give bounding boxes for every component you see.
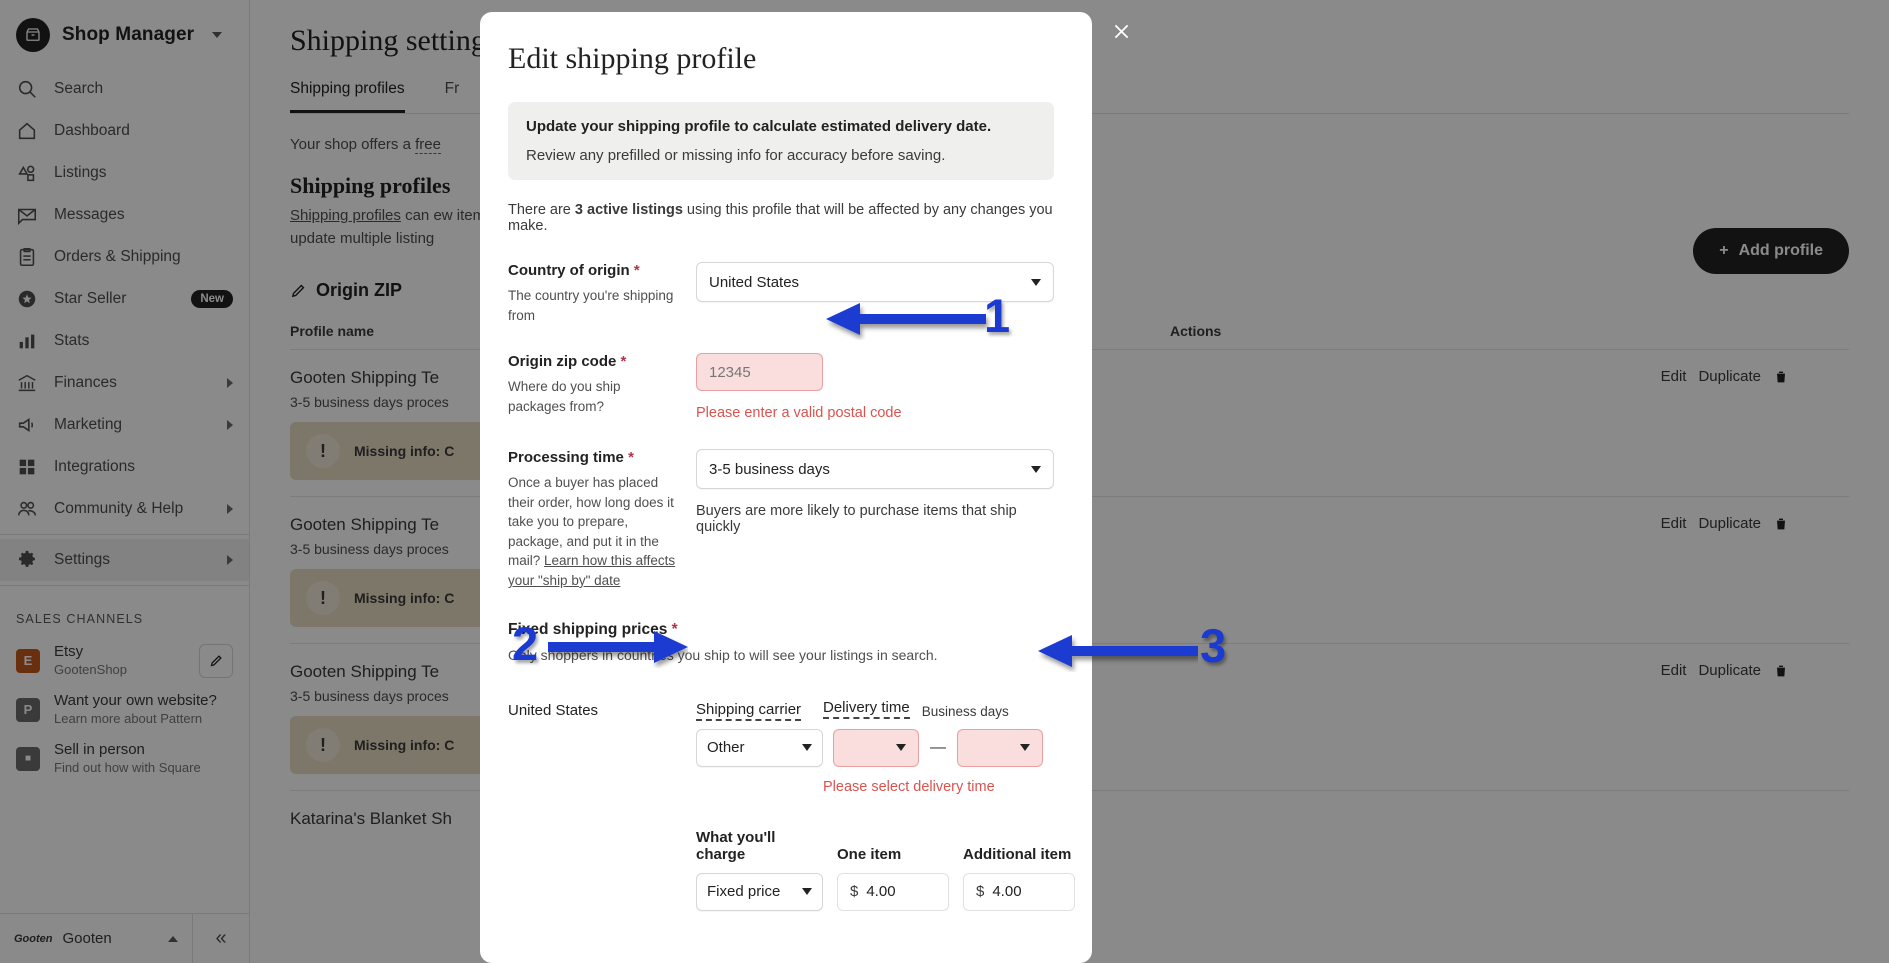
additional-item-price-input[interactable]: $ 4.00	[963, 873, 1075, 911]
error-spacer	[508, 767, 823, 795]
additional-item-col: Additional item $ 4.00	[963, 846, 1075, 911]
annotation-number-2: 2	[512, 616, 538, 671]
carrier-control-col: Other	[696, 729, 823, 767]
chevron-down-icon	[802, 744, 812, 751]
required-asterisk: *	[621, 353, 627, 370]
annotation-arrow-1	[826, 300, 1006, 340]
notice-heading: Update your shipping profile to calculat…	[526, 118, 1036, 135]
screen-root: Shop Manager Search Dashboard	[0, 0, 1889, 963]
note-count: 3 active listings	[575, 202, 683, 218]
chevron-down-icon	[1031, 279, 1041, 286]
zip-label-block: Origin zip code * Where do you ship pack…	[508, 353, 696, 421]
processing-time-field: Processing time * Once a buyer has place…	[508, 449, 1054, 590]
currency-symbol: $	[850, 883, 858, 900]
what-youll-charge-header: What you'll charge	[696, 829, 823, 863]
edit-shipping-profile-dialog: Edit shipping profile Update your shippi…	[480, 12, 1092, 963]
country-value: United States	[709, 274, 1031, 291]
zip-label-text: Origin zip code	[508, 353, 616, 370]
one-item-col: One item $ 4.00	[837, 846, 949, 911]
delivery-header-col: Delivery time Business days	[823, 699, 1054, 719]
zip-description: Where do you ship packages from?	[508, 377, 682, 416]
processing-control: 3-5 business days Buyers are more likely…	[696, 449, 1054, 590]
processing-label-text: Processing time	[508, 449, 624, 466]
close-icon	[1111, 21, 1132, 42]
business-days-label: Business days	[922, 704, 1009, 719]
country-label-text: Country of origin	[508, 262, 630, 279]
origin-zip-field: Origin zip code * Where do you ship pack…	[508, 353, 1054, 421]
destination-country-label: United States	[508, 702, 696, 719]
required-asterisk: *	[634, 262, 640, 279]
chevron-down-icon	[1020, 744, 1030, 751]
country-label-block: Country of origin * The country you're s…	[508, 262, 696, 325]
chevron-down-icon	[896, 744, 906, 751]
close-dialog-button[interactable]	[1104, 14, 1138, 48]
shipping-carrier-value: Other	[707, 739, 802, 756]
zip-control: 12345 Please enter a valid postal code	[696, 353, 1054, 421]
annotation-number-1: 1	[984, 288, 1010, 343]
processing-time-value: 3-5 business days	[709, 461, 1031, 478]
active-listings-note: There are 3 active listings using this p…	[508, 202, 1054, 234]
notice-text: Review any prefilled or missing info for…	[526, 147, 1036, 164]
country-description: The country you're shipping from	[508, 286, 682, 325]
processing-label-block: Processing time * Once a buyer has place…	[508, 449, 696, 590]
zip-label: Origin zip code *	[508, 353, 682, 370]
shipping-carrier-select[interactable]: Other	[696, 729, 823, 767]
delivery-error-row: Please select delivery time	[508, 767, 1054, 795]
processing-hint: Buyers are more likely to purchase items…	[696, 503, 1054, 535]
one-item-price-input[interactable]: $ 4.00	[837, 873, 949, 911]
delivery-range-separator: —	[919, 739, 957, 757]
zip-error-message: Please enter a valid postal code	[696, 405, 1054, 421]
processing-label: Processing time *	[508, 449, 682, 466]
carrier-header-col: Shipping carrier	[696, 701, 823, 719]
shipping-grid-controls: Other —	[508, 729, 1054, 767]
shipping-grid-headers: United States Shipping carrier Delivery …	[508, 699, 1054, 719]
country-label: Country of origin *	[508, 262, 682, 279]
delivery-control-col: —	[833, 729, 1043, 767]
charge-row: What you'll charge Fixed price One item …	[508, 829, 1054, 911]
chevron-down-icon	[1031, 466, 1041, 473]
processing-time-select[interactable]: 3-5 business days	[696, 449, 1054, 489]
dialog-title: Edit shipping profile	[508, 42, 1054, 76]
delivery-time-max-select[interactable]	[957, 729, 1043, 767]
processing-description: Once a buyer has placed their order, how…	[508, 473, 682, 590]
annotation-arrow-3	[1038, 632, 1198, 672]
annotation-number-3: 3	[1200, 618, 1226, 673]
shipping-carrier-header[interactable]: Shipping carrier	[696, 701, 801, 721]
additional-item-price-value: 4.00	[992, 883, 1021, 900]
one-item-price-value: 4.00	[866, 883, 895, 900]
what-youll-charge-select[interactable]: Fixed price	[696, 873, 823, 911]
required-asterisk: *	[628, 449, 634, 466]
one-item-header: One item	[837, 846, 949, 863]
what-youll-charge-value: Fixed price	[707, 883, 802, 900]
annotation-arrow-2	[548, 628, 688, 668]
additional-item-header: Additional item	[963, 846, 1075, 863]
zip-input[interactable]: 12345	[696, 353, 823, 391]
delivery-time-min-select[interactable]	[833, 729, 919, 767]
chevron-down-icon	[802, 888, 812, 895]
what-youll-charge-col: What you'll charge Fixed price	[696, 829, 823, 911]
delivery-time-header[interactable]: Delivery time	[823, 699, 910, 719]
currency-symbol: $	[976, 883, 984, 900]
delivery-error-message: Please select delivery time	[823, 779, 995, 795]
shipping-rate-grid: United States Shipping carrier Delivery …	[508, 699, 1054, 911]
note-pre: There are	[508, 202, 575, 218]
update-notice-banner: Update your shipping profile to calculat…	[508, 102, 1054, 180]
